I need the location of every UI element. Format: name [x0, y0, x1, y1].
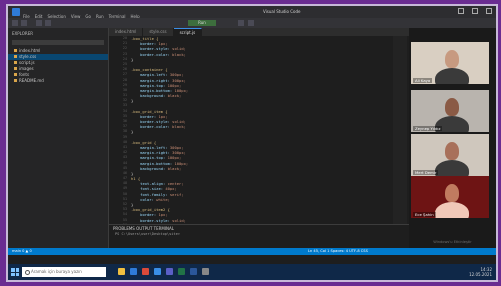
participant-video[interactable]: Zeynep Yıldız [411, 90, 489, 132]
activation-watermark: Windows'u Etkinleştir [433, 240, 472, 244]
title-bar: File Edit Selection View Go Run Terminal Help V… [8, 6, 496, 19]
file-icon [14, 49, 17, 52]
terminal-panel[interactable]: PROBLEMS OUTPUT TERMINAL PS C:\Users\use… [109, 224, 409, 249]
code-content[interactable]: .box_title { border: 1px; border-style: … [131, 36, 188, 224]
participant-name: Mert Demir [413, 170, 439, 175]
excel-icon[interactable] [178, 268, 185, 275]
code-line: border-color: black; [140, 124, 186, 130]
taskbar-search-input[interactable]: Aramak için buraya yazın [22, 267, 106, 277]
save-icon[interactable] [36, 20, 42, 26]
minimize-icon[interactable] [458, 8, 464, 14]
explorer-header: EXPLORER [12, 31, 33, 36]
participant-face [445, 50, 459, 68]
forward-icon[interactable] [21, 20, 27, 26]
code-line: background: black; [140, 93, 182, 99]
panel-tabs[interactable]: PROBLEMS OUTPUT TERMINAL [109, 225, 409, 232]
participant-video[interactable]: Mert Demir [411, 134, 489, 176]
undo-icon[interactable] [45, 20, 51, 26]
run-button[interactable]: Run [188, 20, 216, 26]
participant-body [435, 68, 469, 84]
vscode-taskbar-icon[interactable] [154, 268, 161, 275]
terminal-line: PS C:\Users\user\Desktop\site> [115, 232, 180, 236]
file-icon [14, 61, 17, 64]
status-bar: main 0 ▲ 0 Ln 45, Col 1 Spaces: 4 UTF-8 … [8, 248, 496, 255]
file-icon [14, 67, 17, 70]
participant-name: Ece Şahin [413, 212, 436, 217]
editor-tab[interactable]: script.js [173, 28, 203, 36]
window-title: Visual Studio Code [263, 9, 301, 14]
vscode-icon [12, 8, 20, 16]
code-line: background: black; [140, 165, 182, 171]
participant-video[interactable]: Ece Şahin [411, 176, 489, 218]
windows-start-icon[interactable] [11, 268, 19, 276]
close-icon[interactable] [486, 8, 492, 14]
participant-video[interactable]: Ali Kaya [411, 42, 489, 84]
editor-tab[interactable]: style.css [143, 28, 174, 36]
participant-face [445, 98, 459, 116]
chrome-icon[interactable] [142, 268, 149, 275]
screen-frame: File Edit Selection View Go Run Terminal Help V… [6, 4, 498, 282]
search-icon [25, 270, 30, 275]
participant-face [445, 142, 459, 160]
file-item[interactable]: README.md [8, 78, 108, 84]
video-call-panel: Windows'u Etkinleştir Ali Kaya Zeynep Yıl… [409, 28, 496, 248]
file-icon [14, 73, 17, 76]
file-icon [14, 55, 17, 58]
minimap[interactable] [393, 36, 407, 224]
participant-face [445, 184, 459, 202]
back-icon[interactable] [12, 20, 18, 26]
file-icon [14, 79, 17, 82]
participant-name: Zeynep Yıldız [413, 126, 443, 131]
explorer-search[interactable] [12, 40, 104, 45]
code-editor[interactable]: 20 21 22 23 24 25 26 27 28 29 30 31 32 33 34 35 36 37 38 39… [109, 36, 409, 224]
account-icon[interactable] [248, 20, 254, 26]
participant-name: Ali Kaya [413, 78, 433, 83]
edge-icon[interactable] [130, 268, 137, 275]
file-explorer-icon[interactable] [118, 268, 125, 275]
participant-body [435, 202, 469, 218]
explorer-panel: EXPLORER index.html style.css script.js ima… [8, 28, 109, 248]
word-icon[interactable] [190, 268, 197, 275]
status-right[interactable]: Ln 45, Col 1 Spaces: 4 UTF-8 CSS [308, 249, 368, 253]
maximize-icon[interactable] [472, 8, 478, 14]
toolbar: Run [8, 18, 496, 28]
windows-taskbar: Aramak için buraya yazın 14:32 12.05.202… [8, 264, 496, 280]
code-line: border-color: black; [140, 51, 186, 57]
status-left[interactable]: main 0 ▲ 0 [12, 249, 32, 253]
line-numbers: 20 21 22 23 24 25 26 27 28 29 30 31 32 33 34 35 36 37 38 39… [122, 36, 127, 224]
teams-icon[interactable] [166, 268, 173, 275]
system-clock[interactable]: 14:32 12.05.2021 [469, 267, 492, 277]
editor-tab[interactable]: index.html [109, 28, 144, 36]
settings-icon[interactable] [238, 20, 244, 26]
settings-taskbar-icon[interactable] [202, 268, 209, 275]
participant-body [435, 160, 469, 176]
editor-tabs: index.html style.css script.js [109, 28, 409, 36]
